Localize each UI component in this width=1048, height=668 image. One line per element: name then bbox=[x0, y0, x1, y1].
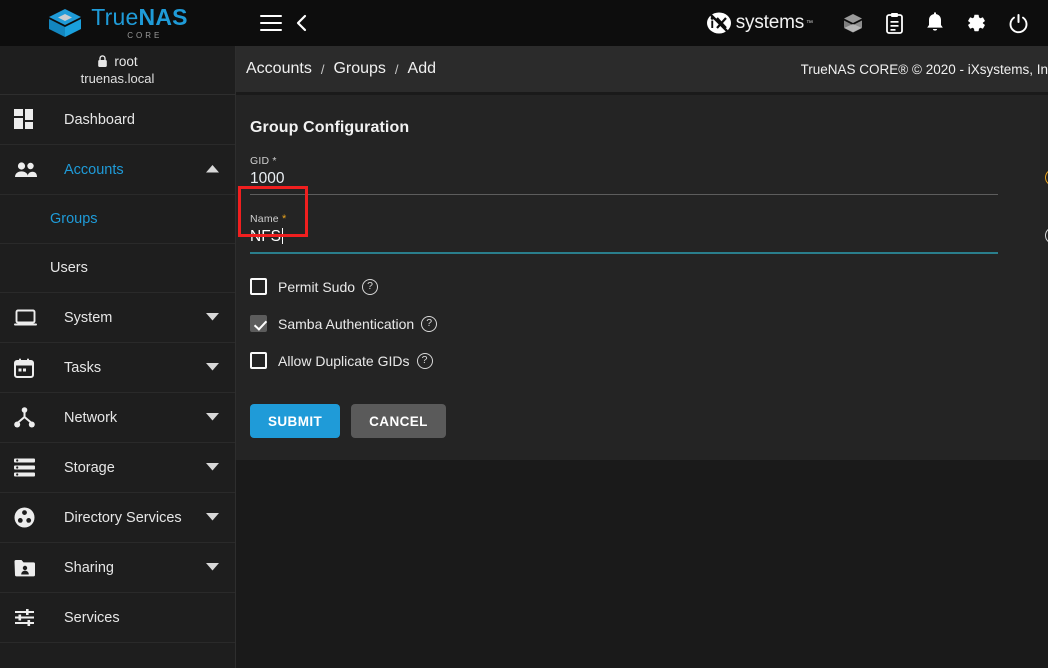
sidebar-username: root bbox=[114, 54, 138, 69]
sidebar-item-users[interactable]: Users bbox=[0, 244, 235, 293]
form-content: Group Configuration GID * 1000 ? bbox=[236, 92, 1048, 668]
sidebar-item-sharing[interactable]: Sharing bbox=[0, 543, 235, 593]
sidebar-item-directory-services[interactable]: Directory Services bbox=[0, 493, 235, 543]
copyright-text: TrueNAS CORE® © 2020 - iXsystems, In bbox=[800, 61, 1048, 77]
chevron-left-icon[interactable] bbox=[296, 14, 308, 32]
allow-duplicate-gids-label: Allow Duplicate GIDs bbox=[278, 352, 410, 369]
truenas-cube-logo-icon bbox=[49, 9, 82, 37]
samba-authentication-label: Samba Authentication bbox=[278, 315, 415, 332]
sidebar-subitem-label: Users bbox=[50, 260, 88, 276]
jails-cube-icon[interactable] bbox=[842, 12, 864, 34]
cancel-button[interactable]: CANCEL bbox=[351, 404, 446, 438]
allow-duplicate-gids-row[interactable]: Allow Duplicate GIDs ? bbox=[250, 342, 1048, 379]
sidebar-item-label: Directory Services bbox=[64, 509, 182, 526]
samba-authentication-row[interactable]: Samba Authentication ? bbox=[250, 305, 1048, 342]
help-circle-icon[interactable]: ? bbox=[362, 278, 379, 295]
text-cursor bbox=[282, 228, 283, 244]
name-field-label: Name * bbox=[250, 213, 287, 225]
required-asterisk: * bbox=[272, 155, 277, 167]
network-share-icon bbox=[14, 407, 42, 428]
sidebar-navigation: root truenas.local Dashboard Accounts Gr… bbox=[0, 46, 236, 668]
samba-authentication-checkbox[interactable] bbox=[250, 315, 267, 332]
settings-gear-icon[interactable] bbox=[966, 13, 987, 34]
sidebar-item-system[interactable]: System bbox=[0, 293, 235, 343]
services-sliders-icon bbox=[14, 608, 42, 627]
allow-duplicate-gids-checkbox[interactable] bbox=[250, 352, 267, 369]
sidebar-item-label: Accounts bbox=[64, 161, 124, 178]
name-field[interactable]: Name * NFS ? bbox=[250, 213, 1048, 254]
sharing-folder-icon bbox=[14, 559, 42, 577]
chevron-down-icon bbox=[206, 562, 219, 573]
system-laptop-icon bbox=[14, 309, 42, 327]
chevron-down-icon bbox=[206, 462, 219, 473]
chevron-down-icon bbox=[206, 312, 219, 323]
form-actions: SUBMIT CANCEL bbox=[250, 404, 1048, 438]
sidebar-item-label: Dashboard bbox=[64, 111, 135, 128]
ixsystems-mark-icon bbox=[706, 12, 731, 34]
sidebar-item-label: System bbox=[64, 309, 113, 326]
breadcrumb-groups[interactable]: Groups bbox=[333, 60, 385, 78]
gid-field-label: GID * bbox=[250, 155, 277, 167]
gid-input[interactable]: 1000 bbox=[250, 167, 998, 194]
help-circle-icon[interactable]: ? bbox=[416, 352, 433, 369]
directory-services-icon bbox=[14, 507, 42, 528]
chevron-up-icon bbox=[206, 164, 219, 175]
sidebar-hostname: truenas.local bbox=[80, 71, 155, 86]
chevron-down-icon bbox=[206, 362, 219, 373]
sidebar-item-label: Storage bbox=[64, 459, 115, 476]
sidebar-item-label: Network bbox=[64, 409, 118, 426]
sidebar-item-services[interactable]: Services bbox=[0, 593, 235, 643]
chevron-down-icon bbox=[206, 412, 219, 423]
submit-button[interactable]: SUBMIT bbox=[250, 404, 341, 438]
dashboard-grid-icon bbox=[14, 109, 42, 130]
breadcrumb-separator: / bbox=[394, 61, 399, 77]
permit-sudo-checkbox[interactable] bbox=[250, 278, 267, 295]
sidebar-item-accounts[interactable]: Accounts bbox=[0, 145, 235, 195]
sidebar-subitem-label: Groups bbox=[50, 211, 98, 227]
sidebar-user-header: root truenas.local bbox=[0, 46, 235, 95]
lock-icon bbox=[98, 55, 108, 67]
truenas-brand-logo[interactable]: TrueNAS CORE bbox=[0, 0, 236, 46]
storage-database-icon bbox=[14, 458, 42, 477]
name-field-underline bbox=[250, 252, 998, 254]
permit-sudo-row[interactable]: Permit Sudo ? bbox=[250, 268, 1048, 305]
power-icon[interactable] bbox=[1008, 13, 1029, 34]
sidebar-item-tasks[interactable]: Tasks bbox=[0, 343, 235, 393]
ixsystems-wordmark: systems bbox=[735, 12, 804, 33]
sidebar-item-groups[interactable]: Groups bbox=[0, 195, 235, 244]
breadcrumb-accounts[interactable]: Accounts bbox=[246, 60, 312, 78]
name-input[interactable]: NFS bbox=[250, 225, 998, 252]
breadcrumb-add[interactable]: Add bbox=[408, 60, 436, 78]
breadcrumb-separator: / bbox=[320, 61, 325, 77]
permit-sudo-label: Permit Sudo bbox=[278, 278, 356, 295]
ixsystems-logo: systems ™ bbox=[704, 12, 813, 34]
accounts-people-icon bbox=[14, 161, 42, 179]
top-navigation-bar: TrueNAS CORE systems ™ bbox=[0, 0, 1048, 46]
main-content-area: Accounts / Groups / Add TrueNAS CORE® © … bbox=[236, 46, 1048, 668]
brand-edition-label: CORE bbox=[127, 31, 163, 40]
brand-title: TrueNAS bbox=[91, 4, 188, 30]
truenas-app-window: TrueNAS CORE systems ™ root truenas.loca… bbox=[0, 0, 1048, 668]
sidebar-item-label: Services bbox=[64, 609, 120, 626]
sidebar-item-label: Sharing bbox=[64, 559, 114, 576]
sidebar-item-network[interactable]: Network bbox=[0, 393, 235, 443]
breadcrumb: Accounts / Groups / Add bbox=[246, 60, 436, 78]
sidebar-item-dashboard[interactable]: Dashboard bbox=[0, 95, 235, 145]
required-asterisk: * bbox=[281, 213, 287, 225]
hamburger-menu-icon[interactable] bbox=[260, 15, 282, 31]
notifications-bell-icon[interactable] bbox=[925, 12, 945, 34]
gid-field[interactable]: GID * 1000 ? bbox=[250, 155, 1048, 195]
group-configuration-card: Group Configuration GID * 1000 ? bbox=[236, 95, 1048, 460]
help-circle-icon[interactable]: ? bbox=[421, 315, 438, 332]
task-manager-clipboard-icon[interactable] bbox=[885, 12, 904, 34]
sidebar-item-storage[interactable]: Storage bbox=[0, 443, 235, 493]
breadcrumb-bar: Accounts / Groups / Add TrueNAS CORE® © … bbox=[236, 46, 1048, 92]
page-title: Group Configuration bbox=[250, 119, 410, 136]
trademark-mark: ™ bbox=[806, 19, 813, 27]
tasks-calendar-icon bbox=[14, 358, 42, 378]
chevron-down-icon bbox=[206, 512, 219, 523]
sidebar-item-label: Tasks bbox=[64, 359, 102, 376]
gid-field-underline bbox=[250, 194, 998, 195]
